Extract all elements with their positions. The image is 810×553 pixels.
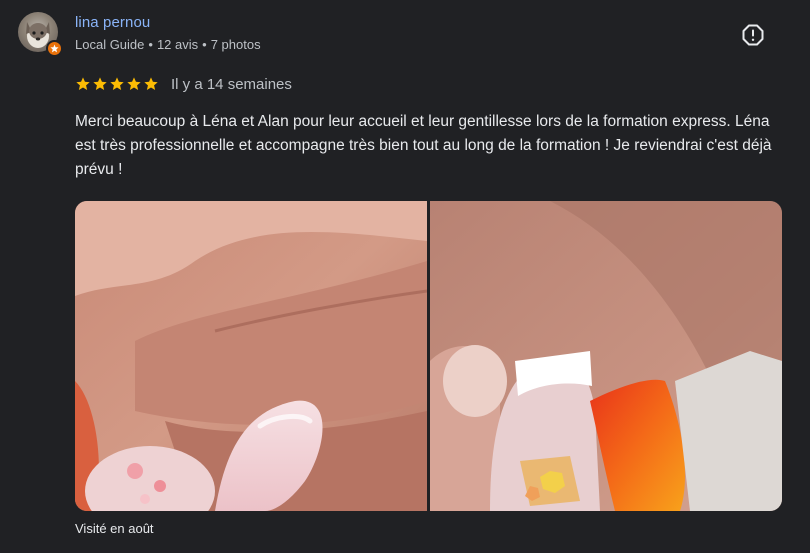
reviews-count: 12 avis [156,37,199,52]
visit-info: Visité en août [75,521,154,536]
star-rating [75,76,159,92]
local-guide-label: Local Guide [75,37,145,52]
review-photos [75,201,782,511]
review-card: lina pernou Local Guide • 12 avis • 7 photos… [0,0,810,553]
report-flag-icon [742,24,764,46]
review-text: Merci beaucoup à Léna et Alan pour leur … [75,113,772,178]
star-icon [93,77,107,90]
star-icon [127,77,141,90]
author-avatar-wrapper [18,12,63,57]
meta-separator: • [202,37,207,52]
review-date: Il y a 14 semaines [171,75,292,93]
author-meta: Local Guide • 12 avis • 7 photos [75,37,261,52]
star-icon [76,77,90,90]
meta-separator: • [148,37,153,52]
report-review-button[interactable] [738,20,768,50]
photos-count: 7 photos [210,37,261,52]
star-icon [110,77,124,90]
star-icon [144,77,158,90]
author-name-link[interactable]: lina pernou [75,14,150,31]
rating-row: Il y a 14 semaines [75,73,292,95]
review-photo-1[interactable] [75,201,427,511]
local-guide-badge-icon [46,40,63,57]
review-photo-2[interactable] [430,201,782,511]
